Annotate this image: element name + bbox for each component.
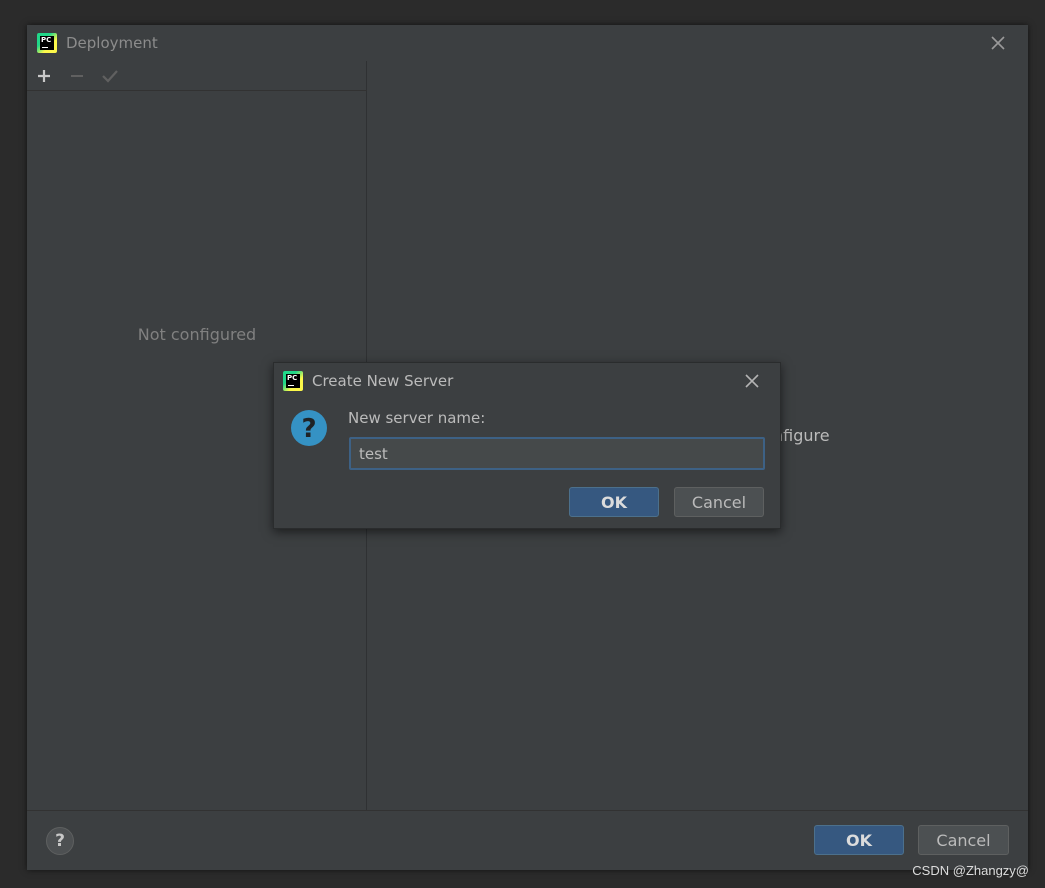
watermark: CSDN @Zhangzy@ bbox=[912, 863, 1029, 878]
pycharm-logo-icon: PC bbox=[283, 371, 303, 391]
server-list-toolbar bbox=[27, 61, 367, 91]
popup-ok-button[interactable]: OK bbox=[569, 487, 659, 517]
popup-title: Create New Server bbox=[312, 372, 454, 390]
cancel-button[interactable]: Cancel bbox=[918, 825, 1009, 855]
help-button[interactable]: ? bbox=[46, 827, 74, 855]
popup-cancel-button[interactable]: Cancel bbox=[674, 487, 764, 517]
configure-hint-text: nfigure bbox=[773, 426, 830, 445]
minus-icon[interactable] bbox=[67, 66, 87, 86]
plus-icon[interactable] bbox=[34, 66, 54, 86]
check-icon[interactable] bbox=[100, 66, 120, 86]
close-icon[interactable] bbox=[990, 35, 1006, 51]
create-new-server-dialog: PC Create New Server ? New server name: … bbox=[273, 362, 781, 529]
title-bar: PC Deployment bbox=[27, 25, 1028, 61]
question-icon: ? bbox=[291, 410, 327, 446]
dialog-title: Deployment bbox=[66, 34, 158, 52]
empty-list-text: Not configured bbox=[137, 325, 257, 344]
logo-text: PC bbox=[41, 36, 52, 44]
dialog-button-bar: ? OK Cancel bbox=[27, 810, 1028, 870]
svg-text:?: ? bbox=[301, 414, 316, 444]
logo-text: PC bbox=[287, 374, 298, 382]
server-name-input[interactable] bbox=[349, 437, 765, 470]
close-icon[interactable] bbox=[744, 373, 760, 389]
server-name-label: New server name: bbox=[348, 409, 486, 427]
ok-button[interactable]: OK bbox=[814, 825, 904, 855]
pycharm-logo-icon: PC bbox=[37, 33, 57, 53]
